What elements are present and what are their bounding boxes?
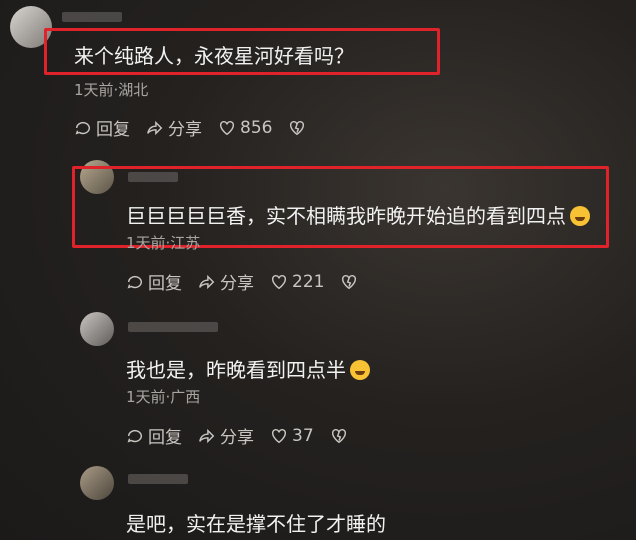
comment-actions: 回复 分享 856 [74, 115, 326, 140]
comment-text: 来个纯路人，永夜星河好看吗？ [74, 44, 354, 68]
emoji-icon [350, 360, 370, 380]
reply-icon [127, 275, 142, 289]
reply-icon [75, 121, 90, 135]
like-count: 856 [240, 117, 273, 138]
share-button[interactable]: 分享 [146, 115, 202, 140]
share-label: 分享 [220, 428, 254, 448]
share-label: 分享 [168, 120, 202, 140]
share-button[interactable]: 分享 [198, 423, 254, 448]
dislike-button[interactable] [330, 427, 352, 445]
comment-text-content: 巨巨巨巨巨香，实不相瞒我昨晚开始追的看到四点 [126, 204, 566, 228]
dislike-button[interactable] [340, 273, 362, 291]
like-count: 221 [292, 271, 325, 292]
broken-heart-icon [290, 120, 305, 135]
comment-text-content: 我也是，昨晚看到四点半 [126, 358, 346, 382]
share-label: 分享 [220, 274, 254, 294]
share-icon [199, 274, 215, 289]
reply-icon [127, 429, 142, 443]
share-button[interactable]: 分享 [198, 269, 254, 294]
reply-label: 回复 [148, 274, 182, 294]
dislike-button[interactable] [288, 119, 310, 137]
heart-icon [271, 428, 287, 443]
broken-heart-icon [342, 274, 357, 289]
share-icon [147, 120, 163, 135]
comment-meta: 1天前·江苏 [126, 234, 201, 252]
username-blurred[interactable] [62, 12, 122, 22]
avatar[interactable] [80, 466, 114, 500]
like-button[interactable]: 221 [270, 272, 324, 292]
like-button[interactable]: 856 [218, 118, 272, 138]
reply-label: 回复 [148, 428, 182, 448]
heart-icon [219, 120, 235, 135]
share-icon [199, 428, 215, 443]
reply-button[interactable]: 回复 [74, 115, 130, 140]
like-count: 37 [292, 425, 314, 446]
comment-actions: 回复 分享 37 [126, 423, 368, 448]
heart-icon [271, 274, 287, 289]
like-button[interactable]: 37 [270, 426, 314, 446]
emoji-icon [570, 206, 590, 226]
reply-label: 回复 [96, 120, 130, 140]
comment-meta: 1天前·湖北 [74, 81, 149, 99]
avatar[interactable] [80, 312, 114, 346]
broken-heart-icon [331, 428, 346, 443]
reply-button[interactable]: 回复 [126, 423, 182, 448]
reply-button[interactable]: 回复 [126, 269, 182, 294]
comment-text: 是吧，实在是撑不住了才睡的 [126, 512, 386, 536]
comment-actions: 回复 分享 221 [126, 269, 378, 294]
username-blurred[interactable] [128, 322, 218, 332]
comment-meta: 1天前·广西 [126, 388, 201, 406]
comment-text: 我也是，昨晚看到四点半 [126, 354, 370, 383]
username-blurred[interactable] [128, 474, 188, 484]
comment-text: 巨巨巨巨巨香，实不相瞒我昨晚开始追的看到四点 [126, 200, 590, 229]
